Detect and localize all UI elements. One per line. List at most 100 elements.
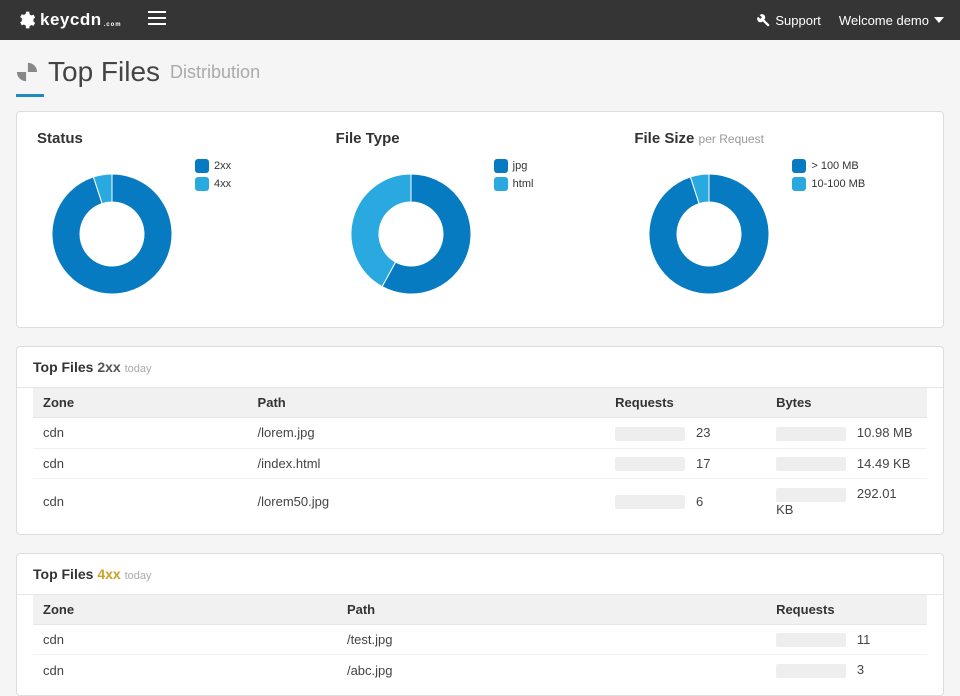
cell-requests: 3 <box>766 655 927 685</box>
chart-filetype-title: File Type <box>336 130 625 147</box>
chart-filetype: File Type jpg html <box>336 130 625 309</box>
brand-sub: .com <box>104 22 122 28</box>
progress-bar <box>615 427 685 441</box>
table-row: cdn/index.html 17 14.49 KB <box>33 448 927 479</box>
page-title: Top Files <box>48 56 160 88</box>
legend-swatch <box>792 177 806 191</box>
panel-2xx-note: today <box>125 363 152 375</box>
progress-bar <box>615 495 685 509</box>
legend-item[interactable]: > 100 MB <box>792 159 865 173</box>
panel-2xx-title: Top Files <box>33 359 93 375</box>
chart-filesize-title: File Size <box>634 130 694 147</box>
panel-2xx-code: 2xx <box>97 359 120 375</box>
col-path: Path <box>337 595 766 625</box>
cell-path: /lorem50.jpg <box>248 479 606 524</box>
panel-4xx-note: today <box>125 570 152 582</box>
legend-label: 4xx <box>214 178 231 190</box>
chart-status-legend: 2xx 4xx <box>195 159 231 195</box>
chart-status-donut <box>37 159 187 309</box>
progress-bar <box>776 488 846 502</box>
user-menu-button[interactable]: Welcome demo <box>839 13 944 28</box>
chart-filesize-note: per Request <box>699 132 764 146</box>
progress-bar <box>776 457 846 471</box>
legend-swatch <box>195 159 209 173</box>
progress-bar <box>776 633 846 647</box>
cell-path: /index.html <box>248 448 606 479</box>
cell-path: /abc.jpg <box>337 655 766 685</box>
table-row: cdn/abc.jpg 3 <box>33 655 927 685</box>
chart-filesize-donut <box>634 159 784 309</box>
legend-swatch <box>494 177 508 191</box>
chart-filesize-legend: > 100 MB 10-100 MB <box>792 159 865 195</box>
col-path: Path <box>248 388 606 418</box>
cell-path: /lorem.jpg <box>248 418 606 449</box>
gear-icon <box>16 10 36 30</box>
cell-requests: 6 <box>605 479 766 524</box>
cell-bytes: 292.01 KB <box>766 479 927 524</box>
pie-chart-icon <box>16 61 38 83</box>
charts-card: Status 2xx 4xx File Type jpg html File Siz… <box>16 111 944 328</box>
panel-4xx-title: Top Files <box>33 566 93 582</box>
table-row: cdn/lorem50.jpg 6 292.01 KB <box>33 479 927 524</box>
support-label: Support <box>775 13 821 28</box>
active-tab-indicator <box>16 94 44 97</box>
col-bytes: Bytes <box>766 388 927 418</box>
legend-label: html <box>513 178 534 190</box>
wrench-icon <box>757 14 770 27</box>
chevron-down-icon <box>934 17 944 23</box>
legend-swatch <box>195 177 209 191</box>
cell-zone: cdn <box>33 448 248 479</box>
legend-swatch <box>494 159 508 173</box>
chart-filetype-legend: jpg html <box>494 159 534 195</box>
page-subtitle: Distribution <box>170 62 260 83</box>
cell-bytes: 10.98 MB <box>766 418 927 449</box>
panel-2xx-header: Top Files 2xx today <box>17 347 943 388</box>
panel-4xx-header: Top Files 4xx today <box>17 554 943 595</box>
col-zone: Zone <box>33 388 248 418</box>
cell-requests: 17 <box>605 448 766 479</box>
support-link[interactable]: Support <box>757 13 821 28</box>
topbar: keycdn .com Support Welcome demo <box>0 0 960 40</box>
col-requests: Requests <box>766 595 927 625</box>
legend-item[interactable]: 10-100 MB <box>792 177 865 191</box>
legend-label: 2xx <box>214 160 231 172</box>
chart-status-title: Status <box>37 130 326 147</box>
panel-4xx-code: 4xx <box>97 566 120 582</box>
cell-zone: cdn <box>33 479 248 524</box>
legend-label: jpg <box>513 160 528 172</box>
progress-bar <box>615 457 685 471</box>
page-header: Top Files Distribution <box>16 56 944 88</box>
legend-item[interactable]: html <box>494 177 534 191</box>
topbar-right: Support Welcome demo <box>757 13 944 28</box>
hamburger-icon <box>148 11 166 25</box>
panel-2xx: Top Files 2xx today Zone Path Requests B… <box>16 346 944 535</box>
brand-name: keycdn <box>40 10 102 30</box>
col-zone: Zone <box>33 595 337 625</box>
table-4xx: Zone Path Requests cdn/test.jpg 11cdn/ab… <box>33 595 927 685</box>
cell-path: /test.jpg <box>337 624 766 655</box>
menu-toggle-button[interactable] <box>148 11 166 30</box>
cell-zone: cdn <box>33 624 337 655</box>
table-2xx: Zone Path Requests Bytes cdn/lorem.jpg 2… <box>33 388 927 524</box>
legend-item[interactable]: 4xx <box>195 177 231 191</box>
col-requests: Requests <box>605 388 766 418</box>
chart-status: Status 2xx 4xx <box>37 130 326 309</box>
legend-label: > 100 MB <box>811 160 858 172</box>
legend-item[interactable]: jpg <box>494 159 534 173</box>
legend-label: 10-100 MB <box>811 178 865 190</box>
table-row: cdn/lorem.jpg 23 10.98 MB <box>33 418 927 449</box>
chart-filetype-donut <box>336 159 486 309</box>
panel-4xx: Top Files 4xx today Zone Path Requests c… <box>16 553 944 696</box>
cell-zone: cdn <box>33 655 337 685</box>
brand-logo[interactable]: keycdn .com <box>16 10 122 30</box>
chart-filesize: File Size per Request > 100 MB 10-100 MB <box>634 130 923 309</box>
cell-requests: 11 <box>766 624 927 655</box>
progress-bar <box>776 664 846 678</box>
cell-bytes: 14.49 KB <box>766 448 927 479</box>
table-2xx-body: cdn/lorem.jpg 23 10.98 MBcdn/index.html … <box>33 418 927 524</box>
page-content: Top Files Distribution Status 2xx 4xx Fil… <box>0 40 960 696</box>
cell-zone: cdn <box>33 418 248 449</box>
table-4xx-body: cdn/test.jpg 11cdn/abc.jpg 3 <box>33 624 927 685</box>
welcome-label: Welcome demo <box>839 13 929 28</box>
legend-item[interactable]: 2xx <box>195 159 231 173</box>
